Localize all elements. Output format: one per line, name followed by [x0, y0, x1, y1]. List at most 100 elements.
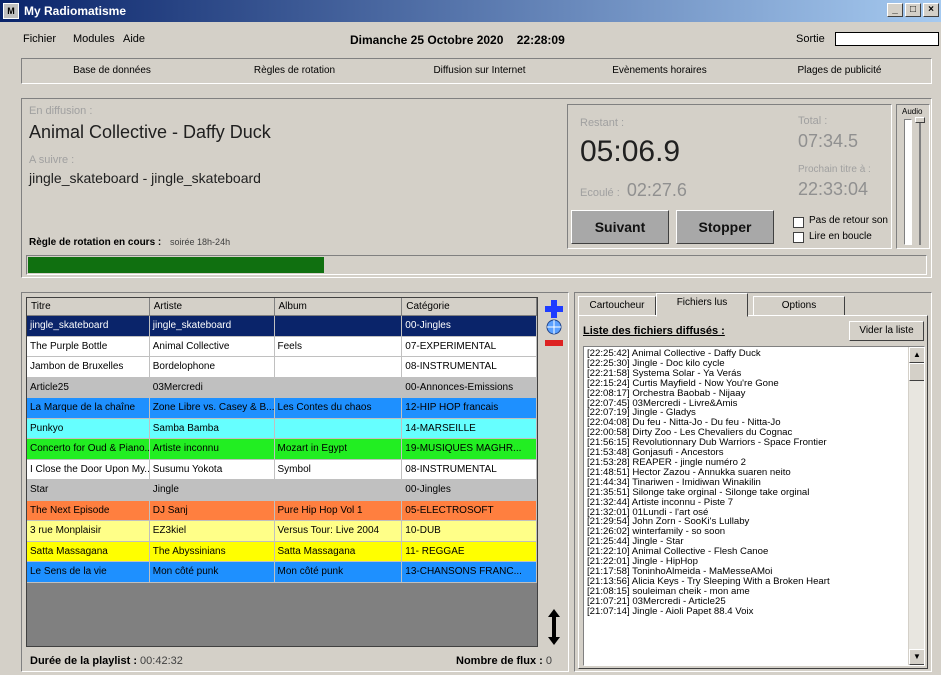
table-row[interactable]: La Marque de la chaîne Zone Libre vs. Cas…	[27, 398, 537, 419]
nav-evenements-horaires[interactable]: Evènements horaires	[572, 59, 747, 83]
menu-fichier[interactable]: Fichier	[23, 33, 56, 45]
table-cell: 00-Jingles	[402, 480, 537, 500]
title-bar: M My Radiomatisme _ □ ×	[0, 0, 941, 22]
maximize-button[interactable]: □	[905, 3, 921, 17]
list-item[interactable]: [21:07:14] Jingle - Aioli Papet 88.4 Voi…	[584, 606, 924, 617]
column-categorie[interactable]: Catégorie	[402, 298, 537, 316]
window-title: My Radiomatisme	[24, 4, 127, 18]
table-cell: 08-INSTRUMENTAL	[402, 357, 537, 377]
table-cell: I Close the Door Upon My...	[27, 459, 150, 479]
table-cell: Mon côté punk	[150, 562, 275, 582]
table-row[interactable]: 3 rue Monplaisir EZ3kiel Versus Tour: Live…	[27, 521, 537, 542]
list-item[interactable]: [21:32:44] Artiste inconnu - Piste 7	[584, 497, 924, 508]
tab-cartoucheur[interactable]: Cartoucheur	[578, 296, 656, 316]
table-row[interactable]: Satta Massagana The Abyssinians Satta Mass…	[27, 541, 537, 562]
scroll-up-button[interactable]: ▲	[909, 347, 924, 363]
table-row[interactable]: Star Jingle 00-Jingles	[27, 480, 537, 501]
nav-plages-publicite[interactable]: Plages de publicité	[747, 59, 932, 83]
loop-checkbox[interactable]	[793, 232, 804, 243]
column-artiste[interactable]: Artiste	[149, 298, 275, 316]
table-cell: Zone Libre vs. Casey & B...	[150, 398, 275, 418]
table-row[interactable]: Le Sens de la vie Mon côté punk Mon côté p…	[27, 562, 537, 583]
table-cell: Bordelophone	[150, 357, 275, 377]
played-files-list[interactable]: [22:25:42] Animal Collective - Daffy Duc…	[583, 346, 925, 666]
no-return-checkbox[interactable]	[793, 217, 804, 228]
nav-diffusion-internet[interactable]: Diffusion sur Internet	[387, 59, 572, 83]
playlist-grid[interactable]: Titre Artiste Album Catégorie jingle_ska…	[26, 297, 538, 647]
table-cell: Concerto for Oud & Piano...	[27, 439, 150, 459]
add-track-icon[interactable]	[543, 299, 565, 319]
table-cell: 19-MUSIQUES MAGHR...	[402, 439, 537, 459]
app-icon: M	[3, 3, 19, 19]
remove-track-icon[interactable]	[543, 337, 565, 349]
menu-modules[interactable]: Modules	[73, 33, 115, 45]
table-cell: Feels	[275, 336, 403, 356]
table-row[interactable]: jingle_skateboard jingle_skateboard 00-Jin…	[27, 316, 537, 337]
nav-regles-de-rotation[interactable]: Règles de rotation	[202, 59, 387, 83]
no-return-label: Pas de retour son	[809, 215, 888, 226]
table-row[interactable]: Concerto for Oud & Piano... Artiste incon…	[27, 439, 537, 460]
on-air-label: En diffusion :	[29, 105, 93, 117]
column-titre[interactable]: Titre	[27, 298, 150, 316]
table-row[interactable]: Jambon de Bruxelles Bordelophone 08-INSTRU…	[27, 357, 537, 378]
table-row[interactable]: The Next Episode DJ Sanj Pure Hip Hop Vol …	[27, 500, 537, 521]
remaining-label: Restant :	[580, 117, 625, 129]
loop-label: Lire en boucle	[809, 231, 872, 242]
elapsed-time: 02:27.6	[626, 180, 687, 200]
fichiers-lus-panel: Liste des fichiers diffusés : Vider la l…	[578, 315, 928, 669]
log-scrollbar[interactable]: ▲ ▼	[908, 347, 924, 665]
table-cell: 14-MARSEILLE	[402, 418, 537, 438]
now-playing-panel: En diffusion : Animal Collective - Daffy…	[21, 98, 932, 278]
rotation-label: Règle de rotation en cours :	[29, 237, 162, 248]
table-row[interactable]: Article25 03Mercredi 00-Annonces-Emissions	[27, 377, 537, 398]
table-cell: Article25	[27, 377, 150, 397]
table-row[interactable]: Punkyo Samba Bamba 14-MARSEILLE	[27, 418, 537, 439]
tab-fichiers-lus[interactable]: Fichiers lus	[656, 293, 748, 317]
playlist-panel: Titre Artiste Album Catégorie jingle_ska…	[21, 292, 569, 672]
table-cell: DJ Sanj	[150, 500, 275, 520]
minimize-button[interactable]: _	[887, 3, 903, 17]
table-cell: 08-INSTRUMENTAL	[402, 459, 537, 479]
table-cell: 3 rue Monplaisir	[27, 521, 150, 541]
table-cell: The Abyssinians	[150, 541, 275, 561]
total-time: 07:34.5	[798, 131, 859, 151]
table-cell: 00-Jingles	[402, 316, 537, 336]
menu-aide[interactable]: Aide	[123, 33, 145, 45]
on-air-title: Animal Collective - Daffy Duck	[29, 122, 271, 142]
table-row[interactable]: The Purple Bottle Animal Collective Feels 0…	[27, 336, 537, 357]
table-cell: 00-Annonces-Emissions	[402, 377, 537, 397]
table-cell: 07-EXPERIMENTAL	[402, 336, 537, 356]
stop-button[interactable]: Stopper	[676, 210, 774, 244]
column-album[interactable]: Album	[274, 298, 403, 316]
table-cell: 13-CHANSONS FRANC...	[402, 562, 537, 582]
tab-options[interactable]: Options	[753, 296, 845, 316]
table-cell: Artiste inconnu	[150, 439, 275, 459]
playback-progress-fill	[28, 257, 324, 273]
table-cell: 12-HIP HOP francais	[402, 398, 537, 418]
history-panel: Cartoucheur Fichiers lus Options Liste d…	[574, 292, 932, 672]
globe-icon[interactable]	[543, 319, 565, 335]
clear-list-button[interactable]: Vider la liste	[849, 321, 924, 341]
table-cell: Punkyo	[27, 418, 150, 438]
nav-base-de-donnees[interactable]: Base de données	[22, 59, 202, 83]
move-track-icon[interactable]	[543, 607, 565, 647]
table-cell: Satta Massagana	[27, 541, 150, 561]
table-cell	[275, 377, 403, 397]
scroll-thumb[interactable]	[909, 363, 924, 381]
elapsed-label: Ecoulé :	[580, 187, 620, 199]
close-button[interactable]: ×	[923, 3, 939, 17]
table-row[interactable]: I Close the Door Upon My... Susumu Yokota…	[27, 459, 537, 480]
table-cell: Susumu Yokota	[150, 459, 275, 479]
next-button[interactable]: Suivant	[571, 210, 669, 244]
table-cell: Jambon de Bruxelles	[27, 357, 150, 377]
table-cell: Symbol	[275, 459, 403, 479]
table-cell: Versus Tour: Live 2004	[275, 521, 403, 541]
duration-value: 00:42:32	[140, 655, 183, 667]
scroll-down-button[interactable]: ▼	[909, 649, 924, 665]
duration-label: Durée de la playlist :	[30, 655, 137, 667]
table-cell: 11- REGGAE	[402, 541, 537, 561]
menu-bar: Fichier Modules Aide Dimanche 25 Octobre…	[0, 22, 941, 56]
playlist-header: Titre Artiste Album Catégorie	[27, 298, 537, 316]
current-datetime: Dimanche 25 Octobre 2020 22:28:09	[350, 33, 565, 47]
sortie-select[interactable]	[835, 32, 939, 46]
